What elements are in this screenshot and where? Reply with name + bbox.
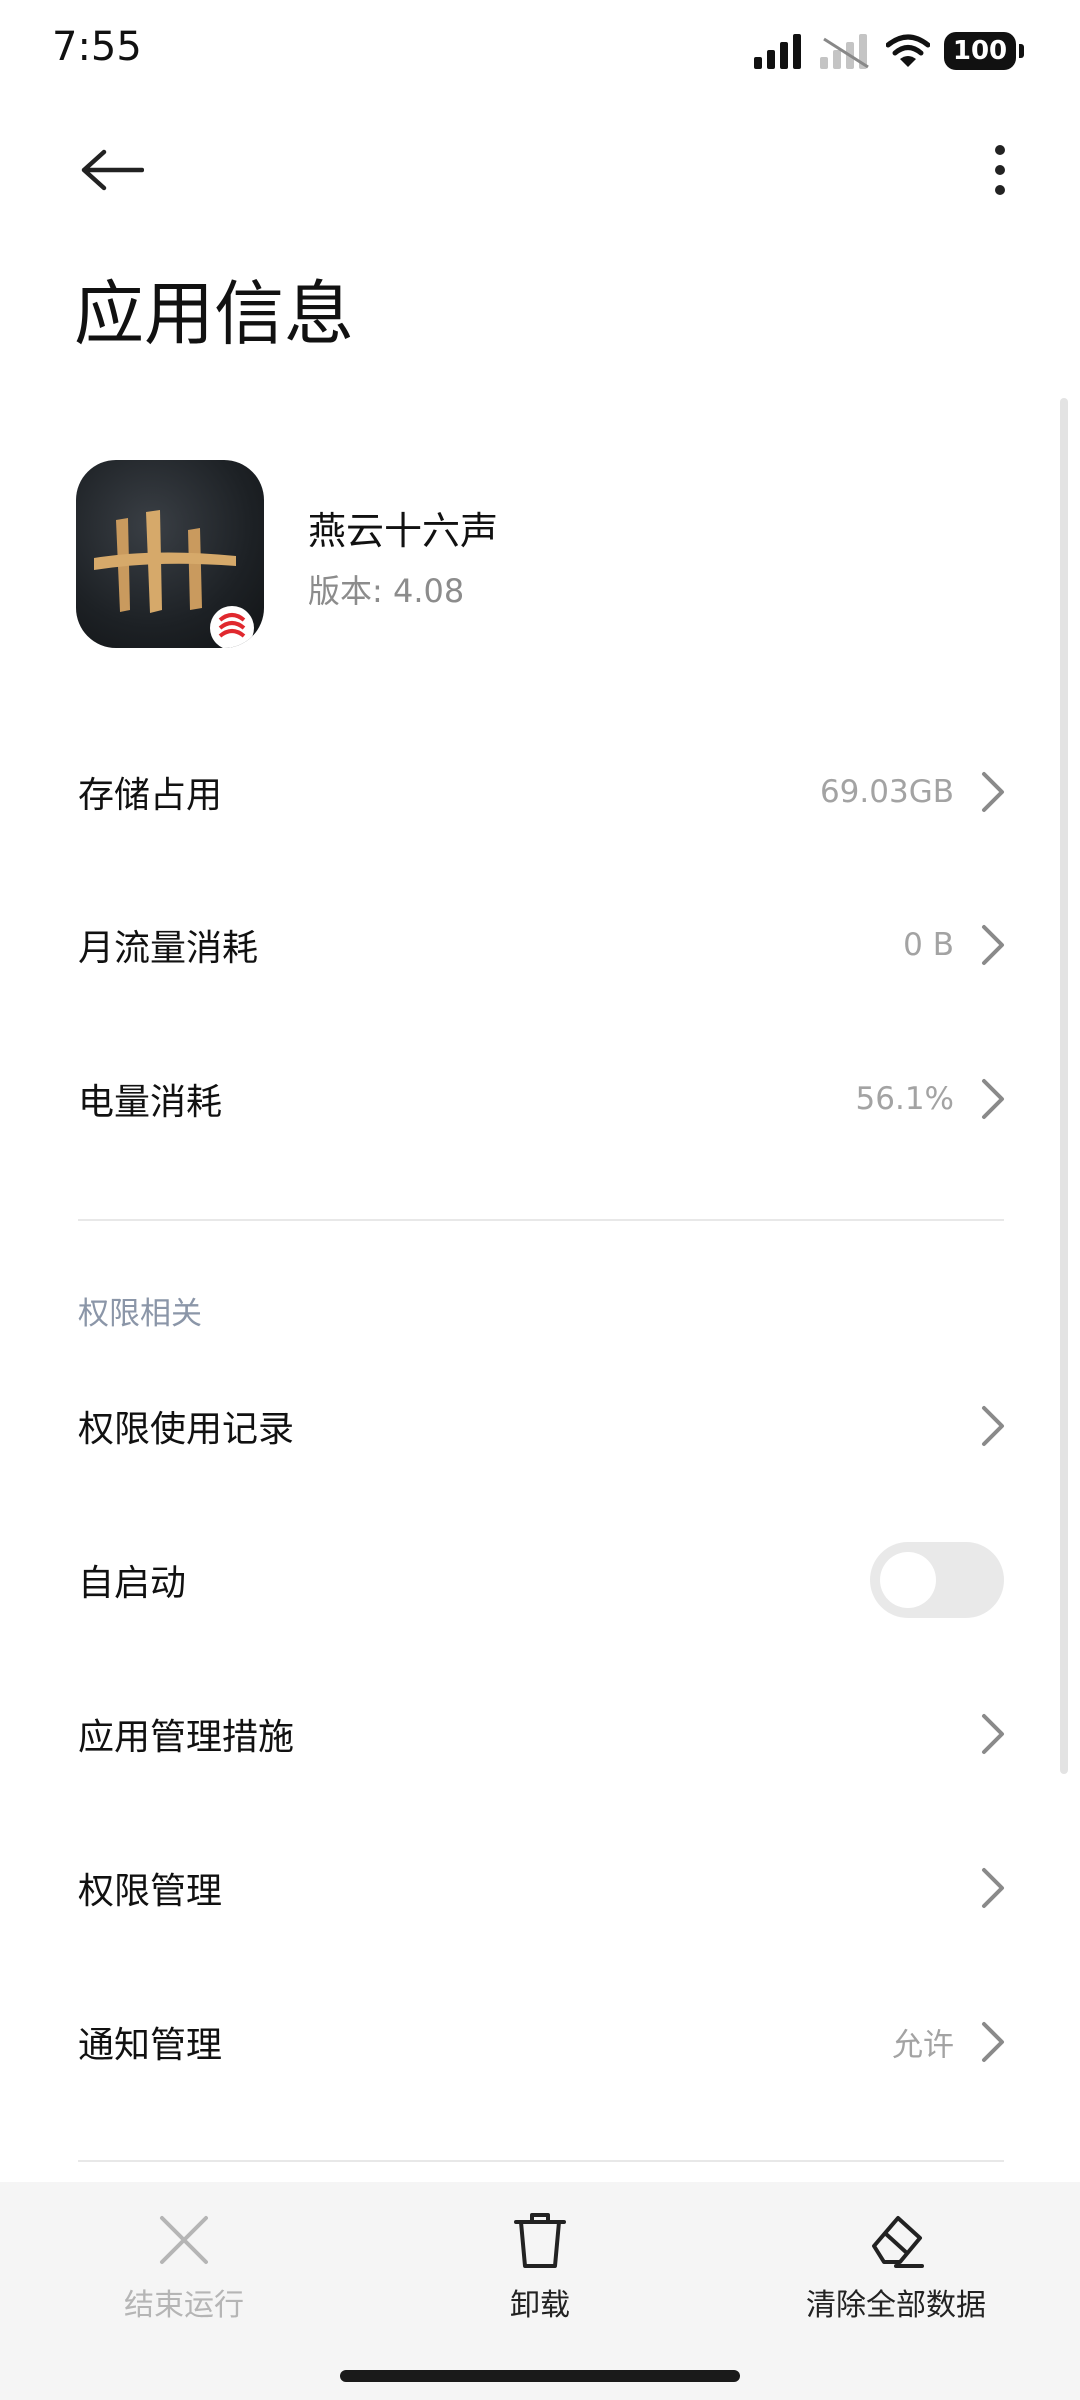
- row-label: 通知管理: [78, 2025, 223, 2066]
- toggle-knob: [880, 1552, 936, 1608]
- more-options-button[interactable]: [960, 130, 1040, 210]
- app-name: 燕云十六声: [308, 509, 499, 553]
- chevron-right-icon: [982, 1868, 1004, 1908]
- row-value: 允许: [892, 2027, 954, 2064]
- app-management-row[interactable]: 应用管理措施: [0, 1669, 1080, 1799]
- home-indicator[interactable]: [340, 2370, 740, 2382]
- clear-data-label: 清除全部数据: [806, 2288, 986, 2323]
- section-header-permissions: 权限相关: [78, 1296, 202, 1332]
- chevron-right-icon: [982, 925, 1004, 965]
- app-version: 版本: 4.08: [308, 572, 465, 610]
- force-stop-button[interactable]: 结束运行: [34, 2210, 334, 2340]
- section-divider: [78, 1219, 1004, 1221]
- permission-usage-record-row[interactable]: 权限使用记录: [0, 1361, 1080, 1491]
- status-time: 7:55: [52, 24, 142, 70]
- row-value: 69.03GB: [819, 774, 954, 810]
- permission-management-row[interactable]: 权限管理: [0, 1823, 1080, 1953]
- chevron-right-icon: [982, 1079, 1004, 1119]
- notification-management-row[interactable]: 通知管理 允许: [0, 1977, 1080, 2107]
- battery-usage-row[interactable]: 电量消耗 56.1%: [0, 1034, 1080, 1164]
- scrollbar[interactable]: [1060, 398, 1068, 1774]
- clear-data-button[interactable]: 清除全部数据: [746, 2210, 1046, 2340]
- eraser-icon: [872, 2216, 924, 2268]
- chevron-right-icon: [982, 1714, 1004, 1754]
- bottom-action-bar: 结束运行 卸载 清除全部数据: [0, 2182, 1080, 2400]
- autostart-row[interactable]: 自启动: [0, 1515, 1080, 1645]
- app-icon: [76, 460, 264, 648]
- more-vertical-icon: [995, 145, 1005, 195]
- row-value: 56.1%: [855, 1081, 954, 1117]
- status-bar: 7:55 100: [0, 0, 1080, 100]
- storage-usage-row[interactable]: 存储占用 69.03GB: [0, 727, 1080, 857]
- row-label: 权限管理: [78, 1871, 223, 1912]
- row-label: 存储占用: [78, 775, 223, 816]
- uninstall-button[interactable]: 卸载: [390, 2210, 690, 2340]
- signal-icon: [754, 34, 801, 69]
- row-value: 0 B: [903, 927, 954, 963]
- section-divider: [78, 2160, 1004, 2162]
- chevron-right-icon: [982, 1406, 1004, 1446]
- data-usage-row[interactable]: 月流量消耗 0 B: [0, 880, 1080, 1010]
- uninstall-label: 卸载: [510, 2288, 570, 2323]
- wifi-icon: [886, 34, 930, 67]
- row-label: 权限使用记录: [78, 1409, 295, 1450]
- battery-indicator: 100: [944, 32, 1024, 70]
- status-icons: 100: [754, 30, 1024, 72]
- close-icon: [160, 2216, 208, 2264]
- signal-no-service-icon: [820, 34, 869, 69]
- force-stop-label: 结束运行: [124, 2288, 244, 2323]
- page-title: 应用信息: [74, 273, 354, 355]
- chevron-right-icon: [982, 772, 1004, 812]
- app-logo-icon: [94, 510, 254, 648]
- row-label: 月流量消耗: [78, 928, 259, 969]
- row-label: 自启动: [78, 1563, 187, 1604]
- autostart-toggle[interactable]: [870, 1542, 1004, 1618]
- back-arrow-icon: [81, 149, 144, 191]
- row-label: 应用管理措施: [78, 1717, 295, 1758]
- row-label: 电量消耗: [78, 1082, 223, 1123]
- trash-icon: [514, 2213, 566, 2268]
- back-button[interactable]: [72, 130, 152, 210]
- chevron-right-icon: [982, 2022, 1004, 2062]
